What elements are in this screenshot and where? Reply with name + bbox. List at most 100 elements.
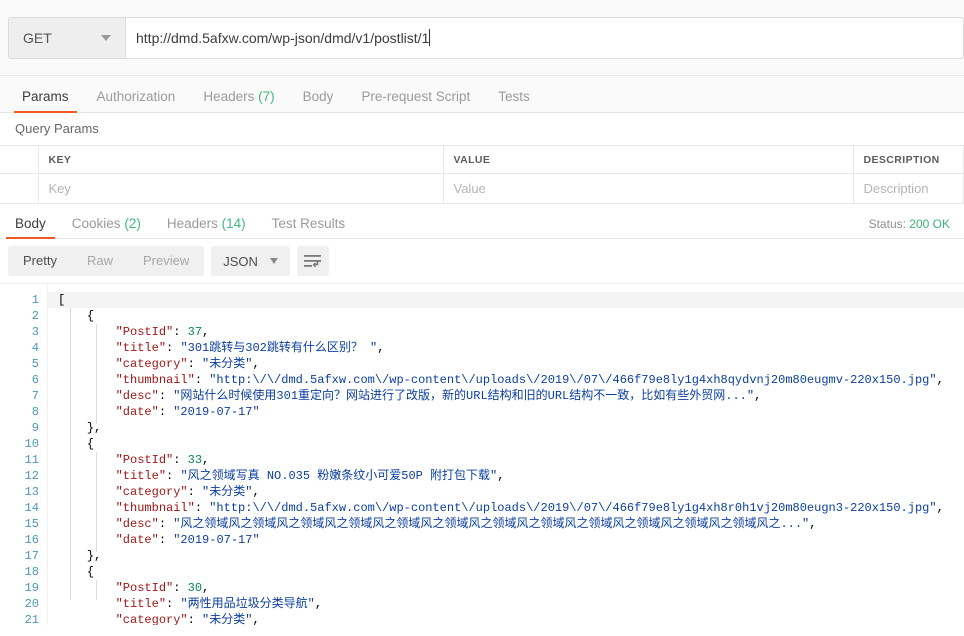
code-token: "风之领域写真 NO.035 粉嫩条纹小可爱50P 附打包下载": [180, 469, 497, 483]
tab-tests[interactable]: Tests: [484, 90, 544, 113]
response-tab-body-label: Body: [15, 216, 46, 231]
code-token: :: [188, 357, 202, 371]
tab-pre-request-script-label: Pre-request Script: [361, 89, 470, 104]
code-token: "两性用品垃圾分类导航": [180, 597, 314, 611]
line-number: 7: [0, 388, 39, 404]
code-token: :: [159, 389, 173, 403]
code-token: :: [159, 517, 173, 531]
code-line: "title": "301跳转与302跳转有什么区别？ ",: [58, 340, 964, 356]
tab-tests-label: Tests: [498, 89, 530, 104]
line-number: 20: [0, 596, 39, 612]
code-token: ,: [497, 469, 504, 483]
code-token: :: [173, 581, 187, 595]
tab-authorization-label: Authorization: [97, 89, 176, 104]
code-token: 37: [188, 325, 202, 339]
response-tab-headers[interactable]: Headers (14): [154, 217, 259, 239]
tab-params-label: Params: [22, 89, 69, 104]
response-tab-cookies-label: Cookies: [72, 216, 121, 231]
response-tab-test-results-label: Test Results: [272, 216, 346, 231]
code-token: :: [159, 533, 173, 547]
code-token: "date": [116, 533, 159, 547]
code-token: "title": [116, 597, 166, 611]
code-token: 33: [188, 453, 202, 467]
code-token: "2019-07-17": [173, 405, 259, 419]
tab-headers[interactable]: Headers (7): [189, 90, 288, 113]
code-line: [: [48, 292, 964, 308]
code-token: :: [188, 485, 202, 499]
http-method-select[interactable]: GET: [8, 17, 125, 59]
code-token: 30: [188, 581, 202, 595]
value-input[interactable]: Value: [443, 174, 853, 204]
tab-params[interactable]: Params: [8, 90, 83, 113]
column-checkbox: [0, 146, 38, 174]
code-fold-guide: [70, 308, 71, 440]
code-line: "PostId": 33,: [58, 452, 964, 468]
code-token: :: [173, 325, 187, 339]
line-number: 12: [0, 468, 39, 484]
response-tab-body[interactable]: Body: [2, 217, 59, 239]
code-token: "thumbnail": [116, 373, 195, 387]
response-tab-test-results[interactable]: Test Results: [259, 217, 359, 239]
key-input[interactable]: Key: [38, 174, 443, 204]
code-line: "category": "未分类",: [58, 356, 964, 372]
response-format-label: JSON: [223, 254, 258, 269]
line-number-gutter: 123456789101112131415161718192021: [0, 284, 47, 625]
request-url-input[interactable]: http://dmd.5afxw.com/wp-json/dmd/v1/post…: [125, 17, 964, 59]
code-token: "PostId": [116, 453, 174, 467]
tab-authorization[interactable]: Authorization: [83, 90, 190, 113]
code-token: {: [87, 437, 94, 451]
response-format-select[interactable]: JSON: [211, 246, 290, 276]
code-fold-guide: [70, 564, 71, 600]
code-token: "未分类": [202, 613, 252, 625]
line-number: 9: [0, 420, 39, 436]
row-checkbox[interactable]: [0, 174, 38, 204]
code-token: ,: [754, 389, 761, 403]
code-token: :: [166, 469, 180, 483]
view-mode-raw[interactable]: Raw: [72, 246, 128, 276]
line-number: 14: [0, 500, 39, 516]
code-token: "title": [116, 341, 166, 355]
code-token: ,: [937, 373, 944, 387]
response-body-viewer[interactable]: 123456789101112131415161718192021 [ { "P…: [0, 283, 964, 625]
tab-pre-request-script[interactable]: Pre-request Script: [347, 90, 484, 113]
tab-headers-label: Headers: [203, 89, 254, 104]
tab-body[interactable]: Body: [289, 90, 348, 113]
json-code-content[interactable]: [ { "PostId": 37, "title": "301跳转与302跳转有…: [47, 284, 964, 625]
code-token: ,: [202, 325, 209, 339]
line-number: 8: [0, 404, 39, 420]
code-token: :: [195, 501, 209, 515]
line-number: 16: [0, 532, 39, 548]
view-mode-preview[interactable]: Preview: [128, 246, 204, 276]
description-input[interactable]: Description: [853, 174, 964, 204]
response-tab-headers-count: (14): [222, 216, 246, 231]
code-token: "http:\/\/dmd.5afxw.com\/wp-content\/upl…: [209, 501, 936, 515]
code-line: "PostId": 30,: [58, 580, 964, 596]
request-url-bar: GET http://dmd.5afxw.com/wp-json/dmd/v1/…: [0, 0, 964, 76]
line-number: 17: [0, 548, 39, 564]
code-token: :: [166, 597, 180, 611]
code-token: ,: [937, 501, 944, 515]
status-value: 200 OK: [909, 217, 950, 231]
code-token: "date": [116, 405, 159, 419]
word-wrap-button[interactable]: [297, 246, 329, 276]
line-number: 18: [0, 564, 39, 580]
response-viewer-toolbar: Pretty Raw Preview JSON: [0, 239, 964, 283]
code-token: "未分类": [202, 357, 252, 371]
line-number: 19: [0, 580, 39, 596]
code-token: :: [159, 405, 173, 419]
table-header-row: KEY VALUE DESCRIPTION: [0, 146, 964, 174]
code-token: "301跳转与302跳转有什么区别？ ": [180, 341, 377, 355]
code-token: },: [87, 549, 101, 563]
view-mode-pretty[interactable]: Pretty: [8, 246, 72, 276]
code-token: "category": [116, 357, 188, 371]
code-token: :: [195, 373, 209, 387]
code-token: "风之领域风之领域风之领域风之领域风之领域风之领域风之领域风之领域风之领域风之领…: [173, 517, 809, 531]
code-token: ,: [809, 517, 816, 531]
code-fold-guide: [96, 452, 97, 552]
code-line: {: [58, 564, 964, 580]
response-tab-cookies[interactable]: Cookies (2): [59, 217, 154, 239]
code-token: "PostId": [116, 581, 174, 595]
column-key: KEY: [38, 146, 443, 174]
code-fold-guide: [96, 324, 97, 424]
text-cursor: [429, 29, 430, 46]
